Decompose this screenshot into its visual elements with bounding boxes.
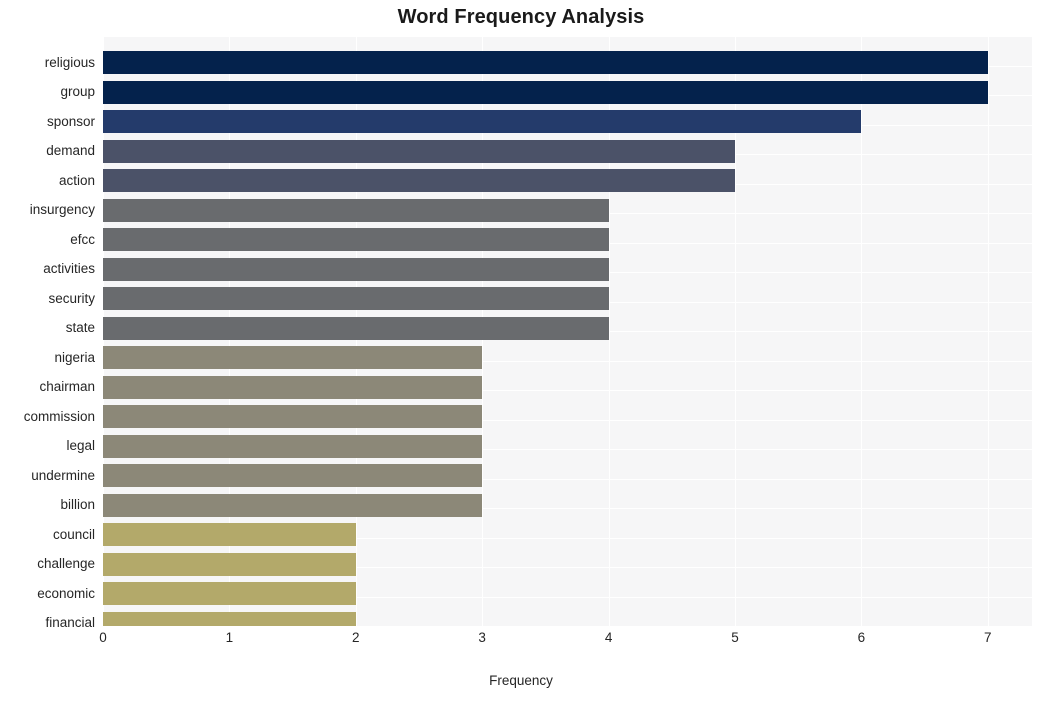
- bar: [103, 493, 483, 517]
- chart-title: Word Frequency Analysis: [397, 6, 645, 28]
- y-axis-tick-label: group: [60, 84, 95, 100]
- x-axis-tick-label: 6: [857, 630, 866, 645]
- y-axis-tick-label: nigeria: [54, 349, 95, 365]
- bar: [103, 405, 483, 429]
- y-axis-tick-label: economic: [37, 585, 95, 601]
- x-axis-tick-label: 1: [225, 630, 234, 645]
- x-axis-tick-label: 0: [99, 630, 107, 645]
- y-axis-tick-label: activities: [43, 261, 95, 277]
- gridline-horizontal: [103, 36, 1032, 37]
- bar: [103, 316, 609, 340]
- x-axis-tick-label: 3: [478, 630, 486, 645]
- y-axis-tick-label: security: [48, 290, 95, 306]
- x-axis-tick-label: 7: [983, 630, 992, 645]
- bar: [103, 523, 356, 547]
- y-axis-tick-label: legal: [66, 438, 95, 454]
- bar: [103, 346, 483, 370]
- bar: [103, 582, 356, 606]
- y-axis-tick-label: undermine: [31, 467, 95, 483]
- bar: [103, 464, 483, 488]
- bar: [103, 51, 988, 75]
- y-axis-tick-label: action: [58, 172, 95, 188]
- chart-figure: Word Frequency Analysis religious group sp…: [0, 0, 1042, 701]
- x-axis-tick-labels: 0 1 2 3 4 5 6 7: [0, 630, 1042, 654]
- x-axis-tick-label: 2: [352, 630, 360, 645]
- y-axis-tick-label: commission: [23, 408, 95, 424]
- bar: [103, 228, 609, 252]
- y-axis-tick-label: council: [52, 526, 95, 542]
- x-axis-tick-label: 5: [731, 630, 739, 645]
- y-axis-tick-label: challenge: [37, 556, 95, 572]
- y-axis-tick-label: demand: [46, 143, 95, 159]
- y-axis-tick-labels: religious group sponsor demand action insurge…: [0, 36, 95, 631]
- y-axis-tick-label: billion: [60, 497, 95, 513]
- y-axis-tick-label: efcc: [70, 231, 95, 247]
- y-axis-tick-label: insurgency: [29, 202, 95, 218]
- bar: [103, 434, 483, 458]
- y-axis-tick-label: chairman: [39, 379, 95, 395]
- bar: [103, 257, 609, 281]
- bar: [103, 287, 609, 311]
- bar: [103, 375, 483, 399]
- bar: [103, 110, 862, 134]
- bar: [103, 611, 356, 626]
- y-axis-tick-label: religious: [44, 54, 95, 70]
- plot-area: [103, 36, 1032, 626]
- x-axis-tick-label: 4: [604, 630, 613, 645]
- bar: [103, 198, 609, 222]
- bar: [103, 552, 356, 576]
- y-axis-tick-label: state: [65, 320, 95, 336]
- y-axis-tick-label: sponsor: [46, 113, 95, 129]
- bar: [103, 139, 735, 163]
- bar: [103, 80, 988, 104]
- x-axis-title: Frequency: [489, 673, 553, 688]
- y-axis-tick-label: financial: [45, 615, 95, 631]
- bar: [103, 169, 735, 193]
